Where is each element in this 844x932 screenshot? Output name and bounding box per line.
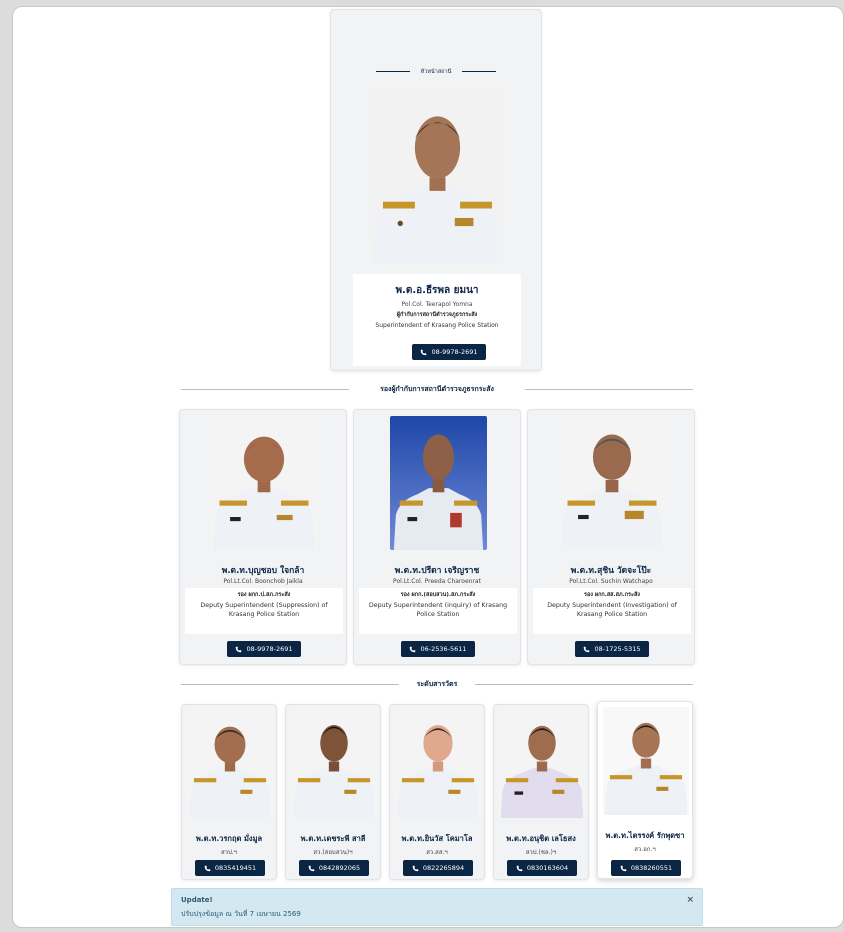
deputy-phone-button[interactable]: 08-1725-5315 — [575, 641, 649, 657]
inspector-photo — [499, 710, 585, 818]
alert-body: ปรับปรุงข้อมูล ณ วันที่ 7 เมษายน 2569 — [181, 910, 301, 918]
phone-icon — [204, 865, 211, 871]
inspector-photo — [603, 707, 689, 815]
deputy-card: พ.ต.ท.สุชิน วัดจะโป๊ะ Pol.Lt.Col. Suchin… — [527, 409, 695, 665]
inspector-card: พ.ต.ท.เดชระพี สาลี สว.(สอบสวน)ฯ 08428920… — [285, 704, 381, 880]
deputy-position-en: Deputy Superintendent (Investigation) of… — [547, 602, 677, 619]
inspector-phone-button[interactable]: 0842892065 — [299, 860, 369, 876]
head-photo — [371, 88, 504, 264]
phone-icon — [620, 865, 627, 871]
deputy-name-en: Pol.Lt.Col. Preeda Charoenrat — [393, 578, 481, 585]
head-position-en: Superintendent of Krasang Police Station — [375, 322, 499, 329]
head-name-th: พ.ต.อ.ธีรพล ยมนา — [395, 285, 479, 296]
phone-icon — [421, 349, 427, 355]
page-frame: ผู้บริหารสถานีตำรวจภูธรกระสัง หัวหน้าสถา… — [12, 6, 844, 928]
head-caption: หัวหน้าสถานี — [331, 61, 541, 80]
deputy-info: รอง ผกก.สส.สภ.กระสัง Deputy Superintende… — [533, 588, 691, 634]
inspector-name-th: พ.ต.ท.อนุชิต เลโธสง — [506, 834, 576, 843]
inspector-photo — [291, 710, 377, 818]
deputy-name-th: พ.ต.ท.ปรีดา เจริญราช — [394, 566, 480, 576]
deputy-position-en: Deputy Superintendent (inquiry) of Krasa… — [368, 602, 508, 619]
inspector-position-th: สว.(สอบสวน)ฯ — [313, 849, 353, 856]
inspector-photo — [187, 710, 273, 818]
inspector-card: พ.ต.ท.อนุชิต เลโธสง สวป.(ชล.)ฯ 083016360… — [493, 704, 589, 880]
inspector-phone-button[interactable]: 0838260551 — [611, 860, 681, 876]
phone-icon — [410, 646, 416, 652]
deputy-position-th: รอง ผกก.(สอบสวน).สภ.กระสัง — [400, 592, 476, 598]
deputy-photo — [211, 416, 317, 550]
inspector-position-th: สวป.ฯ — [220, 849, 238, 856]
inspector-phone-button[interactable]: 0822265894 — [403, 860, 473, 876]
phone-icon — [516, 865, 523, 871]
inspector-position-th: สวป.(ชล.)ฯ — [525, 849, 557, 856]
head-position-th: ผู้กำกับการสถานีตำรวจภูธรกระสัง — [396, 312, 478, 318]
deputy-phone-button[interactable]: 08-9978-2691 — [227, 641, 301, 657]
deputy-name-th: พ.ต.ท.บุญชอบ ใจกล้า — [221, 566, 305, 576]
deputy-position-en: Deputy Superintendent (Suppression) of K… — [200, 602, 328, 619]
close-icon[interactable]: × — [686, 895, 694, 905]
head-info: พ.ต.อ.ธีรพล ยมนา Pol.Col. Teerapol Yomna… — [353, 274, 521, 366]
phone-icon — [308, 865, 315, 871]
inspector-card: พ.ต.ท.ไตรรงค์ รักพุดซา สว.อก.ฯ 083826055… — [597, 701, 693, 879]
inspector-section-label: ระดับสารวัตร — [399, 679, 475, 690]
phone-icon — [584, 646, 590, 652]
inspector-name-th: พ.ต.ท.วรกฤต มั่งมูล — [195, 834, 263, 843]
inspector-phone-button[interactable]: 0835419451 — [195, 860, 265, 876]
deputy-card: พ.ต.ท.บุญชอบ ใจกล้า Pol.Lt.Col. Boonchob… — [179, 409, 347, 665]
head-card: หัวหน้าสถานี พ.ต.อ.ธีรพล ยมนา Pol.Col. T… — [330, 9, 542, 371]
deputy-photo — [390, 416, 487, 550]
deputy-section-label: รองผู้กำกับการสถานีตำรวจภูธรกระสัง — [349, 384, 525, 395]
inspector-position-th: สว.อก.ฯ — [634, 846, 656, 853]
inspector-photo — [395, 710, 481, 818]
deputy-name-th: พ.ต.ท.สุชิน วัดจะโป๊ะ — [570, 566, 652, 576]
deputy-card: พ.ต.ท.ปรีดา เจริญราช Pol.Lt.Col. Preeda … — [353, 409, 521, 665]
deputy-info: รอง ผกก.(สอบสวน).สภ.กระสัง Deputy Superi… — [359, 588, 517, 634]
deputy-phone-button[interactable]: 06-2536-5611 — [401, 641, 475, 657]
inspector-name-th: พ.ต.ท.เดชระพี สาลี — [300, 834, 366, 843]
deputy-info: รอง ผกก.ป.สภ.กระสัง Deputy Superintenden… — [185, 588, 343, 634]
deputy-name-en: Pol.Lt.Col. Suchin Watchapo — [569, 578, 653, 585]
inspector-name-th: พ.ต.ท.ไตรรงค์ รักพุดซา — [605, 831, 685, 840]
inspector-name-th: พ.ต.ท.ยินวัส โคมาโล — [401, 834, 473, 843]
inspector-phone-button[interactable]: 0830163604 — [507, 860, 577, 876]
inspector-card: พ.ต.ท.ยินวัส โคมาโล สว.สส.ฯ 0822265894 — [389, 704, 485, 880]
inspector-position-th: สว.สส.ฯ — [426, 849, 448, 856]
deputy-position-th: รอง ผกก.ป.สภ.กระสัง — [237, 592, 291, 598]
phone-icon — [412, 865, 419, 871]
update-alert: Update! ปรับปรุงข้อมูล ณ วันที่ 7 เมษายน… — [171, 888, 703, 926]
phone-icon — [236, 646, 242, 652]
inspector-card: พ.ต.ท.วรกฤต มั่งมูล สวป.ฯ 0835419451 — [181, 704, 277, 880]
alert-title: Update! — [181, 896, 213, 904]
deputy-photo — [559, 416, 665, 550]
deputy-name-en: Pol.Lt.Col. Boonchob Jaikla — [223, 578, 303, 585]
head-name-en: Pol.Col. Teerapol Yomna — [401, 301, 473, 308]
head-phone-button[interactable]: 08-9978-2691 — [412, 344, 486, 360]
deputy-position-th: รอง ผกก.สส.สภ.กระสัง — [584, 592, 640, 598]
